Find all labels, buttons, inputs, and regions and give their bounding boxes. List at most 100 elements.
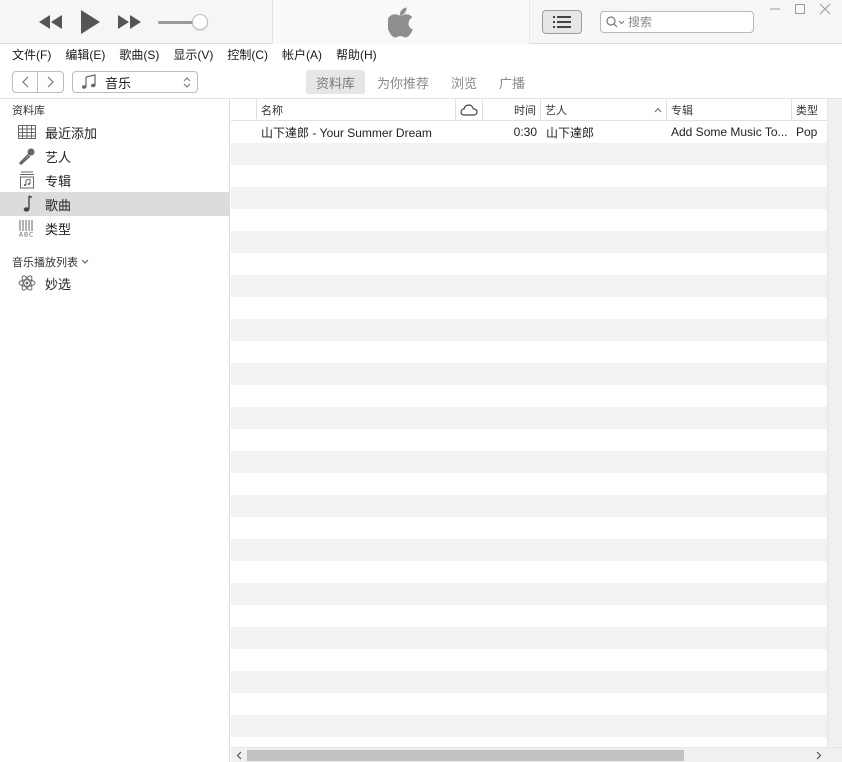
column-header-name-label: 名称 bbox=[261, 105, 283, 117]
scroll-left-arrow[interactable] bbox=[233, 750, 245, 761]
sidebar-item-genius[interactable]: 妙选 bbox=[0, 271, 229, 295]
column-header-name[interactable]: 名称 bbox=[257, 99, 456, 121]
menu-view[interactable]: 显示(V) bbox=[173, 46, 213, 63]
cell-album: Add Some Music To... bbox=[671, 125, 788, 139]
window-maximize-button[interactable] bbox=[791, 2, 809, 16]
cloud-icon bbox=[460, 104, 478, 116]
column-header-index[interactable] bbox=[231, 99, 257, 121]
sidebar-item-label: 艺人 bbox=[45, 149, 72, 165]
table-row-empty bbox=[231, 451, 827, 473]
sidebar-item-albums[interactable]: 专辑 bbox=[0, 168, 229, 192]
table-row-empty bbox=[231, 561, 827, 583]
tab-for-you[interactable]: 为你推荐 bbox=[367, 70, 439, 94]
horizontal-scrollbar[interactable] bbox=[231, 747, 842, 762]
chevron-left-icon bbox=[236, 751, 242, 760]
select-arrows-icon bbox=[183, 77, 191, 88]
menu-controls[interactable]: 控制(C) bbox=[227, 46, 268, 63]
play-button[interactable] bbox=[78, 9, 102, 35]
album-icon bbox=[18, 171, 36, 189]
column-header-artist[interactable]: 艺人 bbox=[541, 99, 667, 121]
rewind-button[interactable] bbox=[38, 12, 64, 32]
table-row-empty bbox=[231, 693, 827, 715]
sort-ascending-icon bbox=[654, 107, 662, 113]
sidebar-item-recently-added[interactable]: 最近添加 bbox=[0, 120, 229, 144]
sidebar-item-label: 类型 bbox=[45, 221, 72, 237]
table-body: 山下達郎 - Your Summer Dream 0:30 山下達郎 Add S… bbox=[231, 121, 827, 747]
music-note-icon bbox=[82, 74, 96, 89]
sidebar-item-songs[interactable]: 歌曲 bbox=[0, 192, 229, 216]
table-row-empty bbox=[231, 319, 827, 341]
menu-file[interactable]: 文件(F) bbox=[12, 46, 51, 63]
table-row[interactable]: 山下達郎 - Your Summer Dream 0:30 山下達郎 Add S… bbox=[231, 121, 827, 143]
media-kind-select[interactable]: 音乐 bbox=[72, 71, 198, 93]
menu-edit[interactable]: 编辑(E) bbox=[65, 46, 105, 63]
sidebar-item-genres[interactable]: ABC 类型 bbox=[0, 216, 229, 240]
search-input[interactable] bbox=[628, 15, 748, 29]
table-row-empty bbox=[231, 649, 827, 671]
table-row-empty bbox=[231, 715, 827, 737]
volume-slider-knob[interactable] bbox=[192, 14, 208, 30]
player-bar bbox=[0, 0, 842, 44]
search-box[interactable] bbox=[600, 11, 754, 33]
chevron-right-icon bbox=[816, 751, 822, 760]
sidebar-item-label: 歌曲 bbox=[45, 197, 72, 213]
table-row-empty bbox=[231, 627, 827, 649]
vertical-scrollbar[interactable] bbox=[827, 99, 842, 747]
playlists-section-header[interactable]: 音乐播放列表 bbox=[12, 254, 89, 270]
cell-genre: Pop bbox=[796, 125, 818, 139]
sidebar-item-label: 妙选 bbox=[45, 276, 72, 292]
tab-radio[interactable]: 广播 bbox=[489, 70, 535, 94]
table-row-empty bbox=[231, 583, 827, 605]
close-icon bbox=[819, 3, 831, 15]
genres-icon: ABC bbox=[18, 219, 36, 237]
table-row-empty bbox=[231, 253, 827, 275]
horizontal-scroll-thumb[interactable] bbox=[247, 750, 684, 761]
tab-library[interactable]: 资料库 bbox=[306, 70, 366, 94]
table-header: 名称 时间 艺人 专辑 类型 bbox=[231, 99, 827, 121]
menu-account[interactable]: 帐户(A) bbox=[282, 46, 322, 63]
table-row-empty bbox=[231, 671, 827, 693]
column-header-time[interactable]: 时间 bbox=[483, 99, 541, 121]
library-tabs: 资料库 为你推荐 浏览 广播 bbox=[306, 70, 537, 94]
sidebar: 资料库 最近添加 艺人 专辑 歌曲 ABC 类型 音乐播放列表 妙选 bbox=[0, 99, 230, 762]
table-row-empty bbox=[231, 341, 827, 363]
maximize-icon bbox=[795, 4, 805, 14]
table-row-empty bbox=[231, 209, 827, 231]
list-view-icon bbox=[553, 16, 571, 28]
media-kind-label: 音乐 bbox=[105, 75, 132, 91]
table-row-empty bbox=[231, 385, 827, 407]
menu-help[interactable]: 帮助(H) bbox=[336, 46, 377, 63]
table-row-empty bbox=[231, 231, 827, 253]
table-row-empty bbox=[231, 429, 827, 451]
chevron-left-icon bbox=[22, 76, 29, 88]
tab-browse[interactable]: 浏览 bbox=[441, 70, 487, 94]
song-list: 名称 时间 艺人 专辑 类型 山下達郎 - Your Summer Dream … bbox=[231, 99, 842, 762]
svg-text:B: B bbox=[24, 232, 28, 238]
table-row-empty bbox=[231, 275, 827, 297]
table-row-empty bbox=[231, 495, 827, 517]
apple-logo-icon bbox=[388, 7, 413, 37]
sidebar-item-label: 专辑 bbox=[45, 173, 72, 189]
window-close-button[interactable] bbox=[816, 2, 834, 16]
library-section-header: 资料库 bbox=[12, 105, 45, 117]
chevron-right-icon bbox=[47, 76, 54, 88]
play-icon bbox=[81, 10, 100, 34]
scroll-right-arrow[interactable] bbox=[813, 750, 825, 761]
menu-bar: 文件(F) 编辑(E) 歌曲(S) 显示(V) 控制(C) 帐户(A) 帮助(H… bbox=[0, 44, 842, 65]
menu-song[interactable]: 歌曲(S) bbox=[119, 46, 159, 63]
window-minimize-button[interactable] bbox=[766, 2, 784, 16]
cell-name: 山下達郎 - Your Summer Dream bbox=[261, 125, 432, 140]
rewind-icon bbox=[39, 15, 62, 29]
forward-button[interactable] bbox=[38, 71, 64, 93]
list-view-button[interactable] bbox=[542, 10, 582, 34]
column-header-genre[interactable]: 类型 bbox=[792, 99, 827, 121]
cell-time: 0:30 bbox=[513, 125, 537, 139]
column-header-cloud[interactable] bbox=[456, 99, 483, 121]
back-button[interactable] bbox=[12, 71, 38, 93]
column-header-album[interactable]: 专辑 bbox=[667, 99, 792, 121]
now-playing-display bbox=[272, 0, 530, 44]
minimize-icon bbox=[770, 8, 780, 10]
fast-forward-button[interactable] bbox=[116, 12, 142, 32]
sidebar-item-artists[interactable]: 艺人 bbox=[0, 144, 229, 168]
table-row-empty bbox=[231, 297, 827, 319]
